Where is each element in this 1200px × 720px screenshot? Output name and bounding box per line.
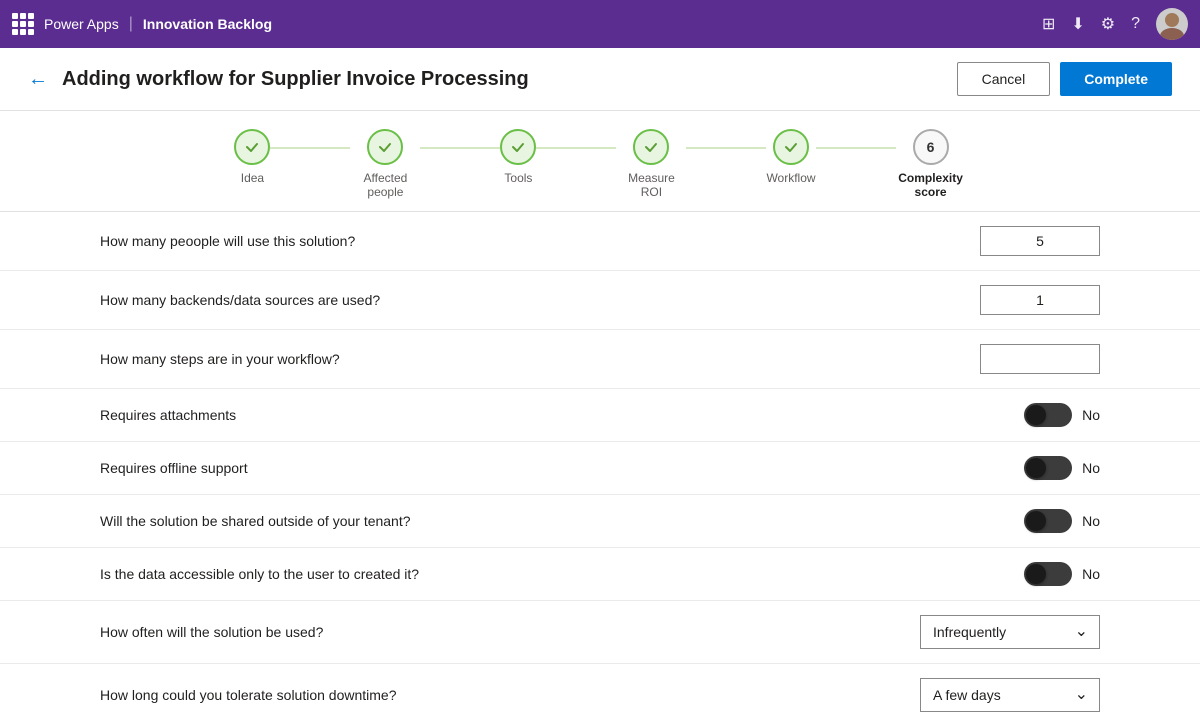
form-row-backends-count: How many backends/data sources are used? [0,271,1200,330]
topnav-module: Innovation Backlog [143,16,272,32]
page-header: ← Adding workflow for Supplier Invoice P… [0,48,1200,111]
form-label-attachments: Requires attachments [100,407,1024,423]
toggle-container-attachments: No [1024,403,1100,427]
step-label-tools: Tools [504,171,532,185]
form-row-people-count: How many peoople will use this solution? [0,212,1200,271]
step-label-affected-people: Affected people [350,171,420,199]
step-label-measure-roi: Measure ROI [616,171,686,199]
toggle-thumb-data-accessible [1026,564,1046,584]
form-row-offline: Requires offline support No [0,442,1200,495]
step-circle-affected-people [367,129,403,165]
toggle-label-shared-outside: No [1082,513,1100,529]
step-label-idea: Idea [241,171,264,185]
download-icon[interactable]: ⬇ [1071,14,1084,34]
form-row-usage-frequency: How often will the solution be used?Infr… [0,601,1200,664]
page-header-left: ← Adding workflow for Supplier Invoice P… [28,68,529,91]
toggle-thumb-attachments [1026,405,1046,425]
page-header-actions: Cancel Complete [957,62,1172,96]
step-connector [536,147,616,149]
step-label-complexity-score: Complexity score [896,171,966,199]
step-connector [686,147,766,149]
form-label-data-accessible: Is the data accessible only to the user … [100,566,1024,582]
form-row-shared-outside: Will the solution be shared outside of y… [0,495,1200,548]
step-label-workflow: Workflow [766,171,815,185]
form-label-steps-count: How many steps are in your workflow? [100,351,980,367]
toggle-attachments[interactable] [1024,403,1072,427]
form-label-backends-count: How many backends/data sources are used? [100,292,980,308]
topnav-right: ⊞ ⬇ ⚙ ? [1042,8,1188,40]
main-content: How many peoople will use this solution?… [0,212,1200,720]
step-measure-roi[interactable]: Measure ROI [616,129,686,199]
toggle-container-shared-outside: No [1024,509,1100,533]
user-avatar[interactable] [1156,8,1188,40]
select-usage-frequency[interactable]: InfrequentlyOccasionallyFrequentlyDaily [920,615,1100,649]
toggle-data-accessible[interactable] [1024,562,1072,586]
step-idea[interactable]: Idea [234,129,270,185]
step-circle-tools [500,129,536,165]
toggle-shared-outside[interactable] [1024,509,1072,533]
step-connector [420,147,500,149]
form-input-backends-count[interactable] [980,285,1100,315]
form-row-steps-count: How many steps are in your workflow? [0,330,1200,389]
apps-grid-icon[interactable] [12,13,34,35]
form-label-shared-outside: Will the solution be shared outside of y… [100,513,1024,529]
form-row-data-accessible: Is the data accessible only to the user … [0,548,1200,601]
complete-button[interactable]: Complete [1060,62,1172,96]
toggle-label-attachments: No [1082,407,1100,423]
step-circle-workflow [773,129,809,165]
step-circle-complexity-score: 6 [913,129,949,165]
step-affected-people[interactable]: Affected people [350,129,420,199]
settings-icon[interactable]: ⚙ [1101,14,1115,34]
step-workflow[interactable]: Workflow [766,129,815,185]
step-circle-idea [234,129,270,165]
form-row-downtime: How long could you tolerate solution dow… [0,664,1200,720]
toggle-offline[interactable] [1024,456,1072,480]
select-wrapper-downtime: A few daysA few hoursMinutesZero [920,678,1100,712]
topnav: Power Apps | Innovation Backlog ⊞ ⬇ ⚙ ? [0,0,1200,48]
select-wrapper-usage-frequency: InfrequentlyOccasionallyFrequentlyDaily [920,615,1100,649]
monitor-icon[interactable]: ⊞ [1042,14,1055,34]
toggle-label-data-accessible: No [1082,566,1100,582]
toggle-thumb-shared-outside [1026,511,1046,531]
help-icon[interactable]: ? [1131,15,1140,33]
topnav-separator: | [129,15,133,33]
page-title: Adding workflow for Supplier Invoice Pro… [62,68,529,91]
form-label-usage-frequency: How often will the solution be used? [100,624,920,640]
stepper: Idea Affected people Tools Measure ROI Workf… [0,111,1200,212]
form-input-people-count[interactable] [980,226,1100,256]
toggle-container-data-accessible: No [1024,562,1100,586]
step-tools[interactable]: Tools [500,129,536,185]
form-input-steps-count[interactable] [980,344,1100,374]
step-complexity-score[interactable]: 6 Complexity score [896,129,966,199]
toggle-label-offline: No [1082,460,1100,476]
form-label-people-count: How many peoople will use this solution? [100,233,980,249]
cancel-button[interactable]: Cancel [957,62,1051,96]
toggle-container-offline: No [1024,456,1100,480]
toggle-thumb-offline [1026,458,1046,478]
step-connector [270,147,350,149]
select-downtime[interactable]: A few daysA few hoursMinutesZero [920,678,1100,712]
topnav-app-name: Power Apps [44,16,119,32]
form-label-offline: Requires offline support [100,460,1024,476]
form-row-attachments: Requires attachments No [0,389,1200,442]
step-connector [816,147,896,149]
back-button[interactable]: ← [28,68,48,91]
form-label-downtime: How long could you tolerate solution dow… [100,687,920,703]
step-circle-measure-roi [633,129,669,165]
